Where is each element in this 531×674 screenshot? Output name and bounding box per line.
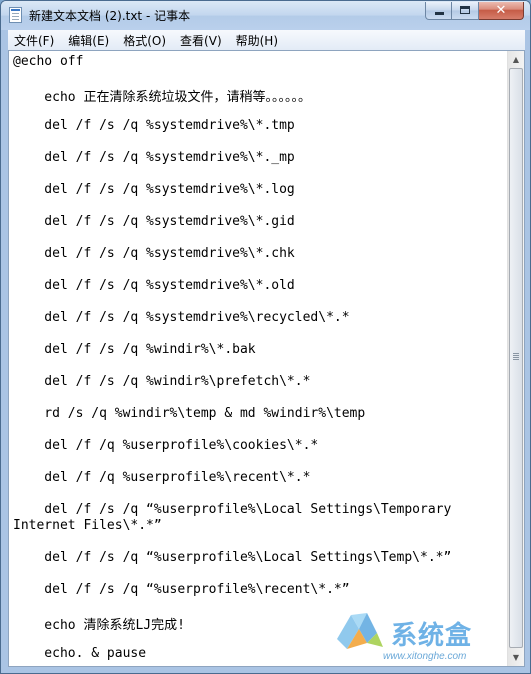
notepad-window: 新建文本文档 (2).txt - 记事本 ✕ 文件(F) 编辑(E) 格式(O)… bbox=[0, 0, 531, 674]
minimize-button[interactable] bbox=[425, 2, 452, 20]
vertical-scrollbar[interactable]: ▲ ▼ bbox=[507, 51, 524, 666]
menu-help[interactable]: 帮助(H) bbox=[230, 32, 284, 49]
menu-file[interactable]: 文件(F) bbox=[8, 32, 60, 49]
watermark-logo-icon bbox=[337, 613, 383, 649]
text-line: @echo off bbox=[13, 54, 84, 69]
text-line: del /f /q %userprofile%\recent\*.* bbox=[13, 470, 311, 485]
maximize-icon bbox=[460, 6, 470, 14]
text-line: del /f /s /q “%userprofile%\Local Settin… bbox=[13, 550, 452, 565]
text-area[interactable]: @echo off echo 正在清除系统垃圾文件，请稍等。。。。。。 del … bbox=[9, 51, 507, 666]
grip-icon bbox=[513, 353, 519, 361]
minimize-icon bbox=[435, 12, 444, 15]
text-line: echo 正在清除系统垃圾文件，请稍等。。。。。。 bbox=[13, 90, 311, 105]
close-button[interactable]: ✕ bbox=[479, 2, 524, 20]
text-line: Internet Files\*.*” bbox=[13, 518, 162, 533]
watermark-url: www.xitonghe.com bbox=[383, 651, 467, 662]
text-line: rd /s /q %windir%\temp & md %windir%\tem… bbox=[13, 406, 366, 421]
text-line: del /f /s /q %windir%\*.bak bbox=[13, 342, 256, 357]
menu-edit[interactable]: 编辑(E) bbox=[62, 32, 115, 49]
maximize-button[interactable] bbox=[452, 2, 479, 20]
text-editor[interactable]: @echo off echo 正在清除系统垃圾文件，请稍等。。。。。。 del … bbox=[8, 50, 525, 667]
text-line: del /f /s /q “%userprofile%\recent\*.*” bbox=[13, 582, 350, 597]
menu-view[interactable]: 查看(V) bbox=[174, 32, 228, 49]
text-line: del /f /s /q %systemdrive%\*.log bbox=[13, 182, 295, 197]
scroll-up-button[interactable]: ▲ bbox=[508, 51, 524, 68]
menu-bar: 文件(F) 编辑(E) 格式(O) 查看(V) 帮助(H) bbox=[8, 30, 525, 50]
menu-format[interactable]: 格式(O) bbox=[117, 32, 172, 49]
text-line: echo 清除系统LJ完成! bbox=[13, 618, 185, 633]
text-line: del /f /s /q %systemdrive%\*._mp bbox=[13, 150, 295, 165]
arrow-up-icon: ▲ bbox=[512, 55, 520, 64]
text-line: del /f /s /q %systemdrive%\recycled\*.* bbox=[13, 310, 350, 325]
text-line: del /f /s /q %systemdrive%\*.gid bbox=[13, 214, 295, 229]
title-bar[interactable]: 新建文本文档 (2).txt - 记事本 ✕ bbox=[1, 1, 530, 30]
watermark-name: 系统盒 bbox=[391, 621, 473, 651]
text-line: del /f /s /q %windir%\prefetch\*.* bbox=[13, 374, 311, 389]
close-icon: ✕ bbox=[495, 3, 507, 18]
caption-buttons: ✕ bbox=[425, 2, 524, 20]
text-line: del /f /s /q %systemdrive%\*.old bbox=[13, 278, 295, 293]
notepad-icon[interactable] bbox=[9, 7, 22, 23]
text-line: del /f /s /q %systemdrive%\*.tmp bbox=[13, 118, 295, 133]
site-watermark: 系统盒 www.xitonghe.com bbox=[333, 607, 523, 669]
scrollbar-thumb[interactable] bbox=[509, 68, 523, 648]
text-line: del /f /s /q “%userprofile%\Local Settin… bbox=[13, 502, 452, 517]
window-title: 新建文本文档 (2).txt - 记事本 bbox=[29, 9, 191, 23]
text-line: echo. & pause bbox=[13, 646, 147, 661]
text-line: del /f /s /q %systemdrive%\*.chk bbox=[13, 246, 295, 261]
text-line: del /f /q %userprofile%\cookies\*.* bbox=[13, 438, 319, 453]
